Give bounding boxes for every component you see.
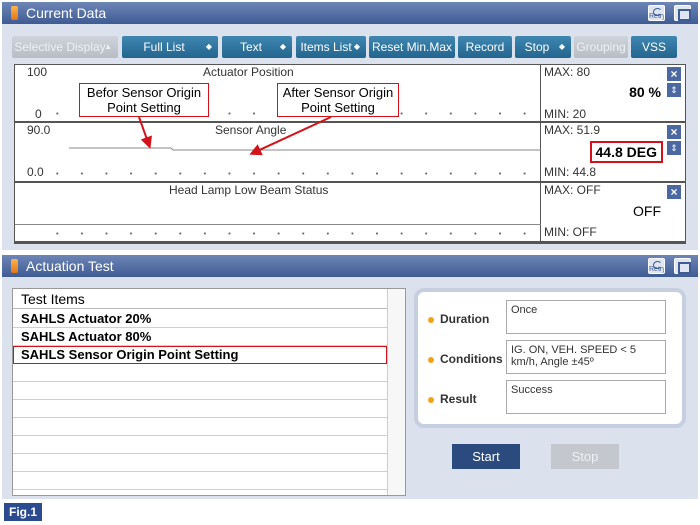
bullet-icon bbox=[428, 316, 434, 323]
current-value: 44.8 DEG bbox=[589, 141, 663, 163]
list-item-empty bbox=[13, 454, 387, 472]
full-list-button[interactable]: Full List ◆ bbox=[122, 36, 218, 58]
actuation-test-title: Actuation Test bbox=[26, 258, 114, 274]
list-item[interactable]: SAHLS Actuator 20% bbox=[13, 310, 387, 328]
stop-data-label: Stop bbox=[524, 40, 550, 54]
spin-icon: ▲ bbox=[104, 42, 112, 51]
list-item[interactable]: SAHLS Actuator 80% bbox=[13, 328, 387, 346]
current-data-title: Current Data bbox=[26, 5, 107, 21]
vss-button[interactable]: VSS bbox=[631, 36, 677, 58]
stat-panel: MAX: 51.9 44.8 DEG MIN: 44.8 × ⇕ bbox=[542, 123, 685, 181]
start-button[interactable]: Start bbox=[452, 444, 520, 469]
list-item-empty bbox=[13, 400, 387, 418]
spin-icon: ◆ bbox=[353, 42, 360, 51]
items-list-label: Items List bbox=[300, 40, 352, 54]
bullet-icon bbox=[428, 356, 434, 363]
stop-data-button[interactable]: Stop ◆ bbox=[515, 36, 571, 58]
retry-icon[interactable]: Retry bbox=[648, 258, 665, 274]
item-name: Head Lamp Low Beam Status bbox=[169, 183, 329, 197]
current-data-titlebar: Current Data Retry bbox=[2, 2, 698, 24]
list-item-empty bbox=[13, 364, 387, 382]
remove-item-icon[interactable]: × bbox=[667, 185, 681, 199]
duration-label-text: Duration bbox=[440, 312, 490, 326]
stop-button[interactable]: Stop bbox=[551, 444, 619, 469]
time-ticks bbox=[45, 232, 537, 235]
min-value: MIN: 44.8 bbox=[544, 165, 597, 179]
result-label-text: Result bbox=[440, 392, 477, 406]
grouping-label: Grouping bbox=[576, 40, 626, 54]
conditions-label: Conditions bbox=[428, 352, 503, 366]
actuation-test-titlebar: Actuation Test Retry bbox=[2, 255, 698, 277]
spin-icon: ◆ bbox=[558, 42, 565, 51]
full-list-label: Full List bbox=[143, 40, 185, 54]
figure-label: Fig.1 bbox=[4, 503, 42, 521]
stat-panel: MAX: OFF OFF MIN: OFF × bbox=[542, 183, 685, 241]
sort-updown-icon[interactable]: ⇕ bbox=[667, 83, 681, 97]
sort-updown-icon[interactable]: ⇕ bbox=[667, 141, 681, 155]
duration-label: Duration bbox=[428, 312, 489, 326]
items-list-button[interactable]: Items List ◆ bbox=[296, 36, 366, 58]
data-row-head-lamp-status: Head Lamp Low Beam Status MAX: OFF OFF M… bbox=[15, 183, 685, 243]
max-value: MAX: OFF bbox=[544, 183, 601, 197]
list-scrollbar[interactable] bbox=[387, 289, 405, 495]
test-items-list: Test Items SAHLS Actuator 20% SAHLS Actu… bbox=[12, 288, 406, 496]
selective-display-button[interactable]: Selective Display ▲ bbox=[12, 36, 118, 58]
record-label: Record bbox=[465, 40, 505, 54]
result-value: Success bbox=[506, 380, 666, 414]
reset-min-max-button[interactable]: Reset Min.Max bbox=[369, 36, 455, 58]
duration-value: Once bbox=[506, 300, 666, 334]
bullet-icon bbox=[428, 396, 434, 403]
arrow-before bbox=[138, 116, 152, 149]
text-button[interactable]: Text ◆ bbox=[222, 36, 292, 58]
current-value: 80 % bbox=[629, 84, 661, 100]
record-button[interactable]: Record bbox=[458, 36, 512, 58]
spin-icon: ◆ bbox=[279, 42, 286, 51]
list-item-selected[interactable]: SAHLS Sensor Origin Point Setting bbox=[13, 346, 387, 364]
min-value: MIN: OFF bbox=[544, 225, 597, 239]
list-item-empty bbox=[13, 382, 387, 400]
trace-line bbox=[15, 224, 541, 225]
reset-min-max-label: Reset Min.Max bbox=[371, 40, 453, 54]
conditions-label-text: Conditions bbox=[440, 352, 503, 366]
text-label: Text bbox=[239, 40, 262, 54]
test-info-panel: Duration Once Conditions IG. ON, VEH. SP… bbox=[414, 288, 686, 428]
remove-item-icon[interactable]: × bbox=[667, 67, 681, 81]
retry-icon[interactable]: Retry bbox=[648, 5, 665, 21]
max-value: MAX: 80 bbox=[544, 65, 591, 79]
remove-item-icon[interactable]: × bbox=[667, 125, 681, 139]
grouping-button[interactable]: Grouping bbox=[574, 36, 628, 58]
test-items-header: Test Items bbox=[13, 289, 405, 309]
data-graph: 100 Actuator Position 0 MAX: 80 80 % MIN… bbox=[14, 64, 686, 244]
min-value: MIN: 20 bbox=[544, 107, 587, 121]
selective-display-label: Selective Display bbox=[14, 40, 106, 54]
spin-icon: ◆ bbox=[205, 42, 212, 51]
callout-arrows bbox=[138, 116, 332, 156]
stat-panel: MAX: 80 80 % MIN: 20 × ⇕ bbox=[542, 65, 685, 121]
conditions-value: IG. ON, VEH. SPEED < 5 km/h, Angle ±45º bbox=[506, 340, 666, 374]
plot-area: Head Lamp Low Beam Status bbox=[15, 183, 541, 241]
max-value: MAX: 51.9 bbox=[544, 123, 601, 137]
list-item-empty bbox=[13, 436, 387, 454]
list-item-empty bbox=[13, 472, 387, 490]
window-restore-icon[interactable] bbox=[674, 5, 691, 21]
vss-label: VSS bbox=[641, 40, 666, 54]
window-restore-icon[interactable] bbox=[674, 258, 691, 274]
section-marker-icon bbox=[11, 6, 18, 20]
arrow-after bbox=[249, 116, 332, 156]
list-item-empty bbox=[13, 418, 387, 436]
current-value: OFF bbox=[633, 203, 661, 219]
result-label: Result bbox=[428, 392, 477, 406]
section-marker-icon bbox=[11, 259, 18, 273]
